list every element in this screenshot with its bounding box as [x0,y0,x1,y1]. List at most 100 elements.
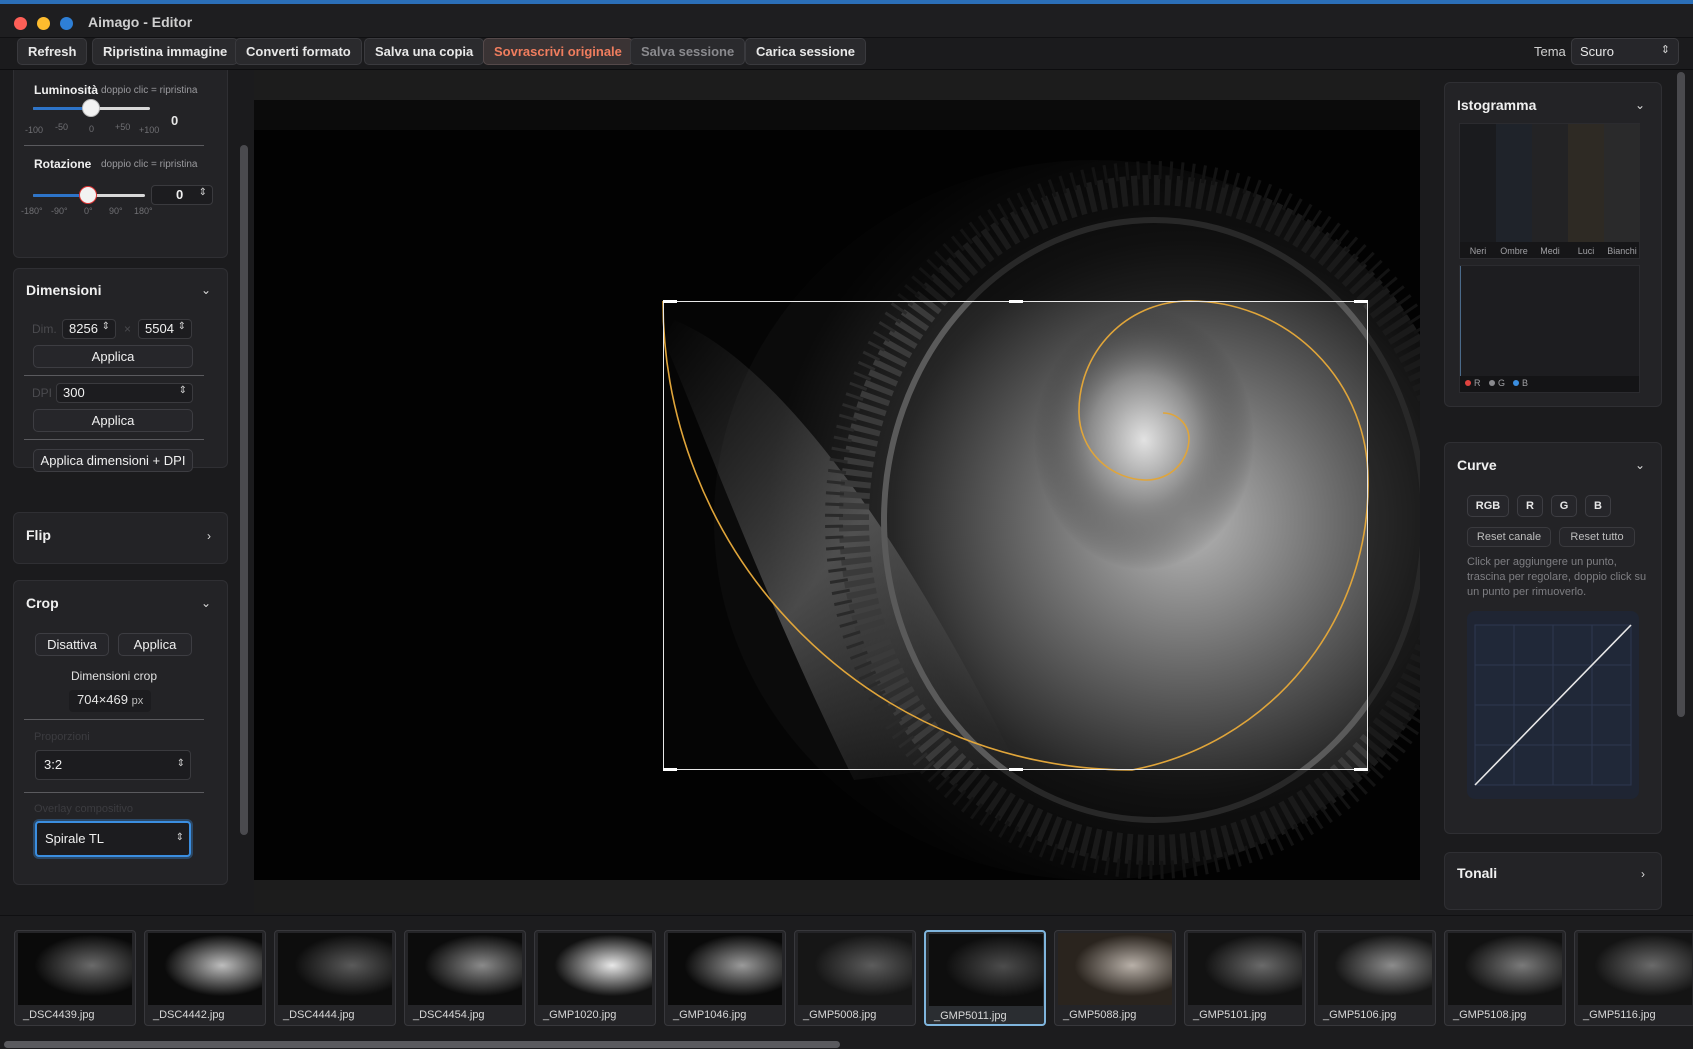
thumbnail-filename: _GMP5088.jpg [1063,1009,1137,1021]
thumbnail-image [18,933,132,1005]
theme-select-value: Scuro [1580,44,1614,59]
crop-apply-button[interactable]: Applica [118,633,192,656]
filmstrip-thumbnail[interactable]: _DSC4444.jpg [274,930,396,1026]
crop-handle[interactable] [1354,300,1368,303]
dpi-stepper[interactable]: 300 ⇕ [56,383,193,403]
save-session-button[interactable]: Salva sessione [630,38,746,65]
width-value: 8256 [69,321,98,336]
divider [24,145,204,146]
channel-b-button[interactable]: B [1585,495,1611,517]
chevron-right-icon[interactable]: › [207,529,211,543]
channel-g-button[interactable]: G [1551,495,1577,517]
filmstrip-thumbnail[interactable]: _GMP5011.jpg [924,930,1046,1026]
rotation-tick: -180° [21,206,43,216]
thumbnail-filename: _GMP5116.jpg [1583,1009,1656,1021]
curve-editor[interactable] [1467,611,1639,799]
overwrite-original-button[interactable]: Sovrascrivi originale [483,38,633,65]
apply-dimensions-dpi-button[interactable]: Applica dimensioni + DPI [33,449,193,472]
crop-handle[interactable] [1009,768,1023,771]
crop-title[interactable]: Crop [26,595,59,611]
zone-label: Ombre [1500,246,1528,256]
chevron-down-icon[interactable]: ⌄ [201,283,211,297]
chevron-down-icon[interactable]: ⌄ [1635,458,1645,472]
apply-dimensions-button[interactable]: Applica [33,345,193,368]
zone-column [1496,124,1532,242]
legend-dot-r [1465,380,1471,386]
tones-title[interactable]: Tonali [1457,865,1497,881]
theme-select[interactable]: Scuro ⇕ [1571,38,1679,65]
minimize-window-button[interactable] [37,17,50,30]
left-panel-scrollbar[interactable] [240,145,248,835]
divider [24,439,204,440]
apply-dpi-button[interactable]: Applica [33,409,193,432]
rotation-slider-thumb[interactable] [79,186,97,204]
load-session-button[interactable]: Carica sessione [745,38,867,65]
close-window-button[interactable] [14,17,27,30]
curve-title[interactable]: Curve [1457,457,1497,473]
crop-handle[interactable] [663,768,677,771]
crop-rectangle[interactable] [663,300,1368,771]
chevron-down-icon[interactable]: ⌄ [201,596,211,610]
legend-dot-g [1489,380,1495,386]
dpi-value: 300 [63,385,85,400]
width-stepper[interactable]: 8256 ⇕ [62,319,116,339]
brightness-slider-thumb[interactable] [82,99,100,117]
reset-all-button[interactable]: Reset tutto [1559,527,1635,547]
filmstrip-thumbnail[interactable]: _GMP5106.jpg [1314,930,1436,1026]
filmstrip-thumbnail[interactable]: _GMP5101.jpg [1184,930,1306,1026]
thumbnail-filename: _GMP5008.jpg [803,1009,877,1021]
flip-title[interactable]: Flip [26,527,51,543]
filmstrip-thumbnail[interactable]: _GMP5008.jpg [794,930,916,1026]
crop-handle[interactable] [663,300,677,303]
convert-format-button[interactable]: Converti formato [235,38,362,65]
channel-r-button[interactable]: R [1517,495,1543,517]
zoom-window-button[interactable] [60,17,73,30]
chevron-right-icon[interactable]: › [1641,867,1645,881]
crop-size-value: 704×469 [77,692,128,707]
filmstrip-thumbnail[interactable]: _DSC4439.jpg [14,930,136,1026]
ratio-select[interactable]: 3:2 ⇕ [35,750,191,780]
thumbnail-filename: _DSC4454.jpg [413,1009,485,1021]
channel-rgb-button[interactable]: RGB [1467,495,1509,517]
filmstrip-thumbnail[interactable]: _GMP5088.jpg [1054,930,1176,1026]
zone-label: Neri [1469,246,1487,256]
thumbnail-image [1578,933,1692,1005]
filmstrip-thumbnail[interactable]: _DSC4442.jpg [144,930,266,1026]
legend-r: R [1474,378,1481,388]
dpi-label: DPI [32,386,53,400]
thumbnail-image [1318,933,1432,1005]
rotation-stepper[interactable]: 0 ⇕ [151,185,213,205]
brightness-hint: doppio clic = ripristina [101,85,198,96]
overlay-select[interactable]: Spirale TL ⇕ [35,821,191,857]
image-viewport[interactable] [254,100,1420,880]
reset-channel-button[interactable]: Reset canale [1467,527,1551,547]
crop-handle[interactable] [1009,300,1023,303]
crop-handle[interactable] [1354,768,1368,771]
filmstrip-thumbnail[interactable]: _GMP1020.jpg [534,930,656,1026]
flip-section[interactable]: Flip › [13,512,228,564]
thumbnail-image [408,933,522,1005]
height-stepper[interactable]: 5504 ⇕ [138,319,192,339]
filmstrip-thumbnail[interactable]: _DSC4454.jpg [404,930,526,1026]
dimensions-title[interactable]: Dimensioni [26,282,101,298]
divider [24,792,204,793]
crop-size-label: Dimensioni crop [70,669,158,683]
chevron-down-icon[interactable]: ⌄ [1635,98,1645,112]
overlay-select-value: Spirale TL [45,831,105,846]
filmstrip-thumbnail[interactable]: _GMP1046.jpg [664,930,786,1026]
crop-disable-button[interactable]: Disattiva [35,633,109,656]
filmstrip-thumbnail[interactable]: _GMP5116.jpg [1574,930,1693,1026]
tones-section[interactable]: Tonali › [1444,852,1662,910]
updown-chevron-icon: ⇕ [178,385,187,396]
restore-image-button[interactable]: Ripristina immagine [92,38,239,65]
refresh-button[interactable]: Refresh [17,38,88,65]
left-panel: Luminosità doppio clic = ripristina -100… [0,70,250,910]
filmstrip-thumbnail[interactable]: _GMP5108.jpg [1444,930,1566,1026]
filmstrip-scrollbar[interactable] [4,1041,840,1048]
histogram-title[interactable]: Istogramma [1457,97,1536,113]
right-panel-scrollbar[interactable] [1677,72,1685,717]
updown-chevron-icon: ⇕ [175,832,184,843]
save-copy-button[interactable]: Salva una copia [364,38,485,65]
thumbnail-filename: _DSC4444.jpg [283,1009,355,1021]
thumbnail-image [1058,933,1172,1005]
